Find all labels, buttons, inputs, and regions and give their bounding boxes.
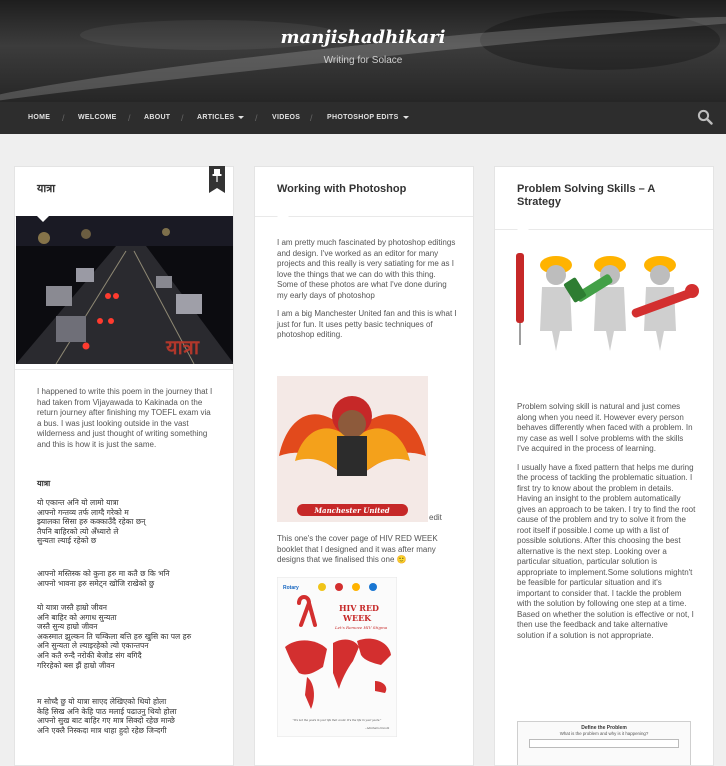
poem-title: यात्रा — [37, 479, 51, 488]
sticky-badge — [209, 166, 225, 193]
poem-stanza: आफ्नो मस्तिस्क को कुना हरु मा कतै छ कि भ… — [37, 569, 170, 588]
post-title[interactable]: यात्रा — [37, 183, 55, 196]
chevron-down-icon — [238, 115, 245, 119]
post-card-problem-solving: Problem Solving Skills – A Strategy Prob… — [494, 166, 714, 766]
manchester-united-edit-image[interactable]: Manchester United — [277, 376, 428, 522]
nav-separator: / — [62, 113, 65, 123]
hiv-red-week-poster[interactable]: Rotary HIV RED WEEK Let's Remove HIV Sti… — [277, 577, 397, 737]
nav-item-label: PHOTOSHOP EDITS — [327, 114, 399, 121]
nav-separator: / — [255, 113, 258, 123]
diagram-box — [529, 739, 679, 748]
problem-solving-illustration[interactable] — [510, 247, 700, 357]
paragraph: I am pretty much fascinated by photoshop… — [277, 238, 456, 300]
nav-item-home[interactable]: HOME — [28, 102, 50, 134]
nav-separator: / — [128, 113, 131, 123]
poster-attribution: - Abraham Lincoln — [365, 726, 390, 730]
title-notch — [277, 216, 289, 222]
site-tagline: Writing for Solace — [323, 55, 403, 66]
paragraph: Problem solving skill is natural and jus… — [517, 402, 693, 453]
poster-slogan: Let's Remove HIV Stigma — [334, 625, 388, 630]
nav-separator: / — [310, 113, 313, 123]
post-content: Problem solving skill is natural and jus… — [517, 402, 697, 649]
paragraph: I usually have a fixed pattern that help… — [517, 462, 696, 640]
main-navigation: HOME / WELCOME / ABOUT / ARTICLES / VIDE… — [0, 102, 726, 134]
title-notch — [517, 229, 529, 235]
post-featured-image[interactable]: यात्रा — [16, 216, 234, 364]
site-header: manjishadhikari Writing for Solace — [0, 0, 726, 102]
nav-item-videos[interactable]: VIDEOS — [272, 102, 300, 134]
diagram-subtitle: What is the problem and why is it happen… — [559, 731, 649, 736]
nav-item-articles[interactable]: ARTICLES — [197, 102, 245, 134]
image-caption: यात्रा — [165, 335, 200, 359]
divider — [15, 369, 233, 370]
smiley-icon: 🙂 — [396, 555, 407, 564]
edit-link[interactable]: edit — [429, 513, 442, 524]
post-excerpt: I happened to write this poem in the jou… — [37, 387, 213, 449]
title-notch — [37, 216, 49, 222]
post-content: This one's the cover page of HIV RED WEE… — [277, 534, 457, 566]
pushpin-icon — [212, 169, 222, 182]
image-caption: Manchester United — [313, 506, 389, 515]
nav-item-welcome[interactable]: WELCOME — [78, 102, 117, 134]
define-problem-diagram[interactable]: Define the Problem What is the problem a… — [517, 721, 691, 765]
nav-item-photoshop-edits[interactable]: PHOTOSHOP EDITS — [327, 102, 409, 134]
poster-quote: "It's not the years in your life that co… — [293, 718, 382, 722]
search-icon[interactable] — [697, 109, 713, 125]
post-card-yatra: यात्रा यात्रा I happened to write this p… — [14, 166, 234, 766]
paragraph: I am a big Manchester United fan and thi… — [277, 309, 457, 339]
chevron-down-icon — [402, 115, 409, 119]
poster-logo: Rotary — [283, 585, 299, 591]
paragraph: This one's the cover page of HIV RED WEE… — [277, 534, 438, 564]
post-card-photoshop: Working with Photoshop I am pretty much … — [254, 166, 474, 766]
nav-item-label: ARTICLES — [197, 114, 235, 121]
post-content: I am pretty much fascinated by photoshop… — [277, 238, 457, 349]
site-title[interactable]: manjishadhikari — [0, 27, 726, 48]
post-title[interactable]: Working with Photoshop — [277, 183, 406, 196]
nav-item-about[interactable]: ABOUT — [144, 102, 170, 134]
poem-stanza: यो एकान्त अनि यो लामो यात्रा आफ्नो गन्तव… — [37, 498, 146, 546]
poster-heading: WEEK — [342, 613, 372, 623]
poster-heading: HIV RED — [339, 603, 379, 613]
poem-stanza: यो यात्रा जस्तै हाम्रो जीवन अनि बाहिर को… — [37, 603, 192, 670]
nav-separator: / — [181, 113, 184, 123]
post-title[interactable]: Problem Solving Skills – A Strategy — [517, 183, 657, 209]
poem-stanza: म सोच्दै छु यो यात्रा साएद लेखिएको थियो … — [37, 697, 177, 735]
